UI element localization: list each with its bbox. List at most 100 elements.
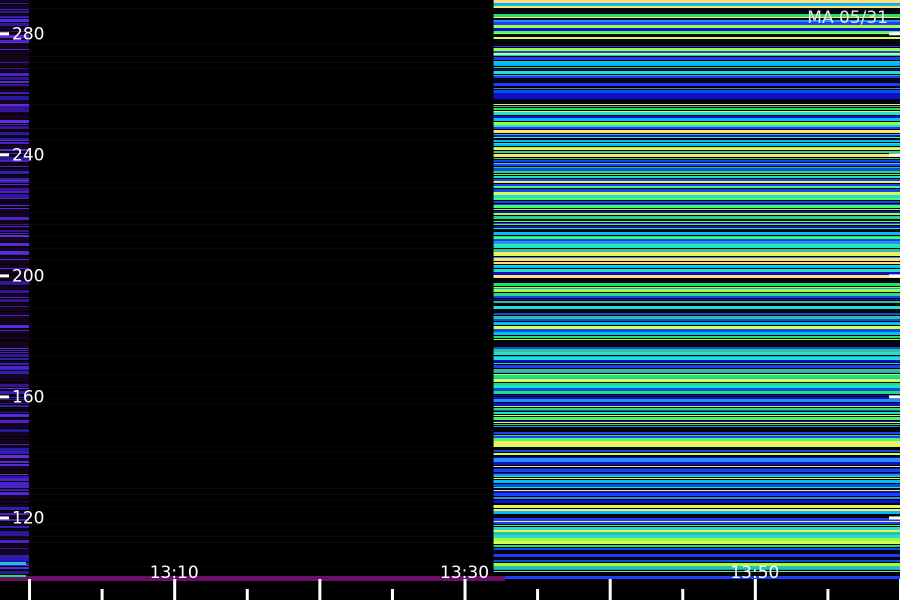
intensity-band: [0, 57, 30, 58]
intensity-band: [0, 435, 30, 436]
intensity-band: [493, 518, 900, 521]
intensity-band: [493, 554, 900, 557]
intensity-band: [0, 5, 30, 8]
intensity-band: [0, 294, 30, 297]
faint-band: [29, 56, 494, 57]
intensity-band: [0, 408, 30, 409]
intensity-band: [493, 151, 900, 153]
intensity-band: [0, 121, 30, 123]
spectrogram-chart: 120 160 200 240 280 13:10 13:30 13:50 MA 05/31: [0, 0, 900, 600]
intensity-band: [0, 500, 30, 503]
intensity-band: [493, 76, 900, 78]
intensity-band: [0, 235, 30, 237]
intensity-band: [0, 230, 30, 232]
intensity-band: [0, 461, 30, 463]
intensity-band: [0, 203, 30, 205]
intensity-band: [493, 462, 900, 465]
faint-band: [29, 356, 494, 357]
intensity-band: [493, 154, 900, 157]
intensity-band: [0, 168, 30, 171]
intensity-band: [0, 227, 30, 229]
intensity-band: [0, 100, 30, 102]
intensity-band: [0, 66, 30, 67]
intensity-band: [0, 348, 30, 349]
faint-band: [29, 530, 494, 531]
intensity-band: [0, 224, 30, 225]
intensity-band: [0, 559, 30, 560]
intensity-band: [493, 484, 900, 487]
intensity-band: [0, 329, 30, 330]
intensity-band: [0, 254, 30, 255]
intensity-band: [0, 286, 30, 289]
intensity-band: [493, 171, 900, 173]
intensity-band: [0, 233, 30, 234]
intensity-band: [493, 104, 900, 105]
intensity-band: [0, 474, 30, 475]
intensity-band: [0, 319, 30, 322]
intensity-band: [0, 132, 30, 135]
intensity-band: [0, 222, 30, 223]
intensity-band: [0, 11, 30, 12]
intensity-band: [493, 96, 900, 99]
intensity-band: [0, 106, 30, 109]
intensity-band: [0, 335, 30, 337]
intensity-band: [0, 567, 30, 569]
intensity-band: [493, 329, 900, 332]
intensity-band: [493, 521, 900, 522]
date-stamp: MA 05/31: [807, 8, 888, 28]
faint-band: [29, 308, 494, 309]
intensity-band: [0, 458, 30, 459]
x-tick-minor: [390, 589, 394, 600]
intensity-band: [0, 261, 30, 264]
intensity-band: [0, 529, 30, 530]
faint-band: [29, 242, 494, 243]
intensity-band: [0, 104, 30, 106]
baseline-mark: [0, 575, 26, 577]
intensity-band: [0, 10, 30, 11]
intensity-band: [493, 252, 900, 254]
intensity-band: [493, 69, 900, 70]
intensity-band: [0, 306, 30, 307]
intensity-band: [493, 474, 900, 476]
intensity-band: [0, 214, 30, 217]
intensity-band: [0, 331, 30, 334]
intensity-band: [493, 412, 900, 414]
intensity-band: [0, 356, 30, 357]
intensity-band: [0, 558, 30, 559]
intensity-band: [0, 61, 30, 62]
intensity-band: [493, 406, 900, 407]
intensity-band: [0, 112, 30, 114]
intensity-band: [0, 383, 30, 384]
intensity-band: [0, 69, 30, 72]
intensity-band: [0, 188, 30, 191]
intensity-band: [0, 549, 30, 552]
intensity-band: [0, 118, 30, 120]
intensity-band: [493, 344, 900, 347]
intensity-band: [493, 135, 900, 137]
intensity-band: [493, 415, 900, 416]
intensity-band: [493, 458, 900, 461]
intensity-band: [0, 8, 30, 9]
intensity-band: [493, 88, 900, 89]
intensity-band: [493, 37, 900, 39]
intensity-band: [493, 457, 900, 458]
faint-band: [29, 446, 494, 447]
faint-band: [29, 542, 494, 543]
intensity-band: [0, 440, 30, 443]
intensity-band: [0, 96, 30, 98]
intensity-band: [493, 228, 900, 229]
intensity-band: [493, 497, 900, 499]
intensity-band: [0, 425, 30, 428]
intensity-band: [493, 55, 900, 56]
intensity-band: [493, 480, 900, 483]
intensity-band: [0, 77, 30, 80]
intensity-band: [493, 461, 900, 462]
intensity-band: [493, 388, 900, 391]
intensity-band: [493, 258, 900, 260]
intensity-band: [493, 226, 900, 228]
intensity-band: [493, 468, 900, 469]
intensity-band: [493, 545, 900, 547]
intensity-band: [493, 40, 900, 43]
intensity-band: [493, 296, 900, 298]
intensity-band: [0, 448, 30, 451]
